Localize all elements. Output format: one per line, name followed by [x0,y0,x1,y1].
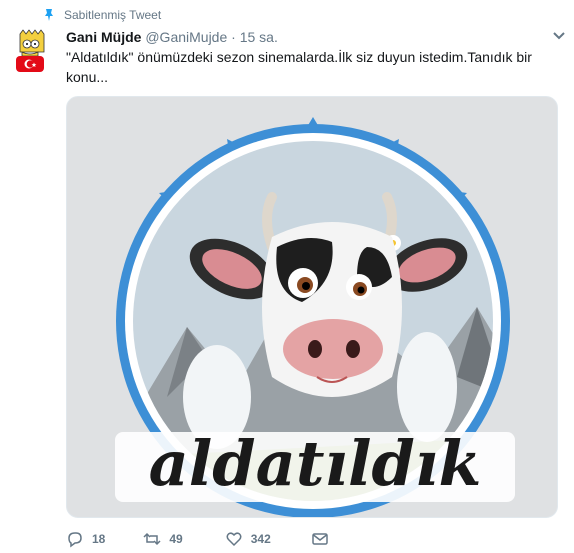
message-button[interactable] [311,530,337,548]
tweet-media[interactable]: aldatıldık [66,96,558,518]
like-count: 342 [250,532,271,546]
pinned-indicator: Sabitlenmiş Tweet [42,8,161,22]
retweet-count: 49 [169,532,183,546]
separator: · [231,29,236,45]
movie-logo: aldatıldık [115,427,515,502]
like-button[interactable]: 342 [225,530,271,548]
tweet-text: "Aldatıldık" önümüzdeki sezon sinemalard… [66,49,532,85]
retweet-icon [143,532,161,546]
avatar[interactable] [12,28,52,76]
author-handle[interactable]: @GaniMujde [145,29,227,45]
timestamp[interactable]: 15 sa. [240,29,278,45]
retweet-button[interactable]: 49 [143,530,183,548]
movie-poster-image: aldatıldık [115,117,515,517]
movie-logo-text: aldatıldık [149,427,482,500]
author-name[interactable]: Gani Müjde [66,29,141,45]
reply-button[interactable]: 18 [66,530,105,548]
tweet-header: Gani Müjde @GaniMujde · 15 sa. [66,29,278,45]
chevron-down-icon[interactable] [552,31,566,41]
reply-count: 18 [92,532,106,546]
tweet-actions: 18 49 342 [66,530,337,548]
pin-icon [45,9,53,21]
reply-icon [68,532,82,548]
pinned-label: Sabitlenmiş Tweet [64,8,162,22]
like-icon [226,532,242,547]
message-icon [312,533,328,545]
